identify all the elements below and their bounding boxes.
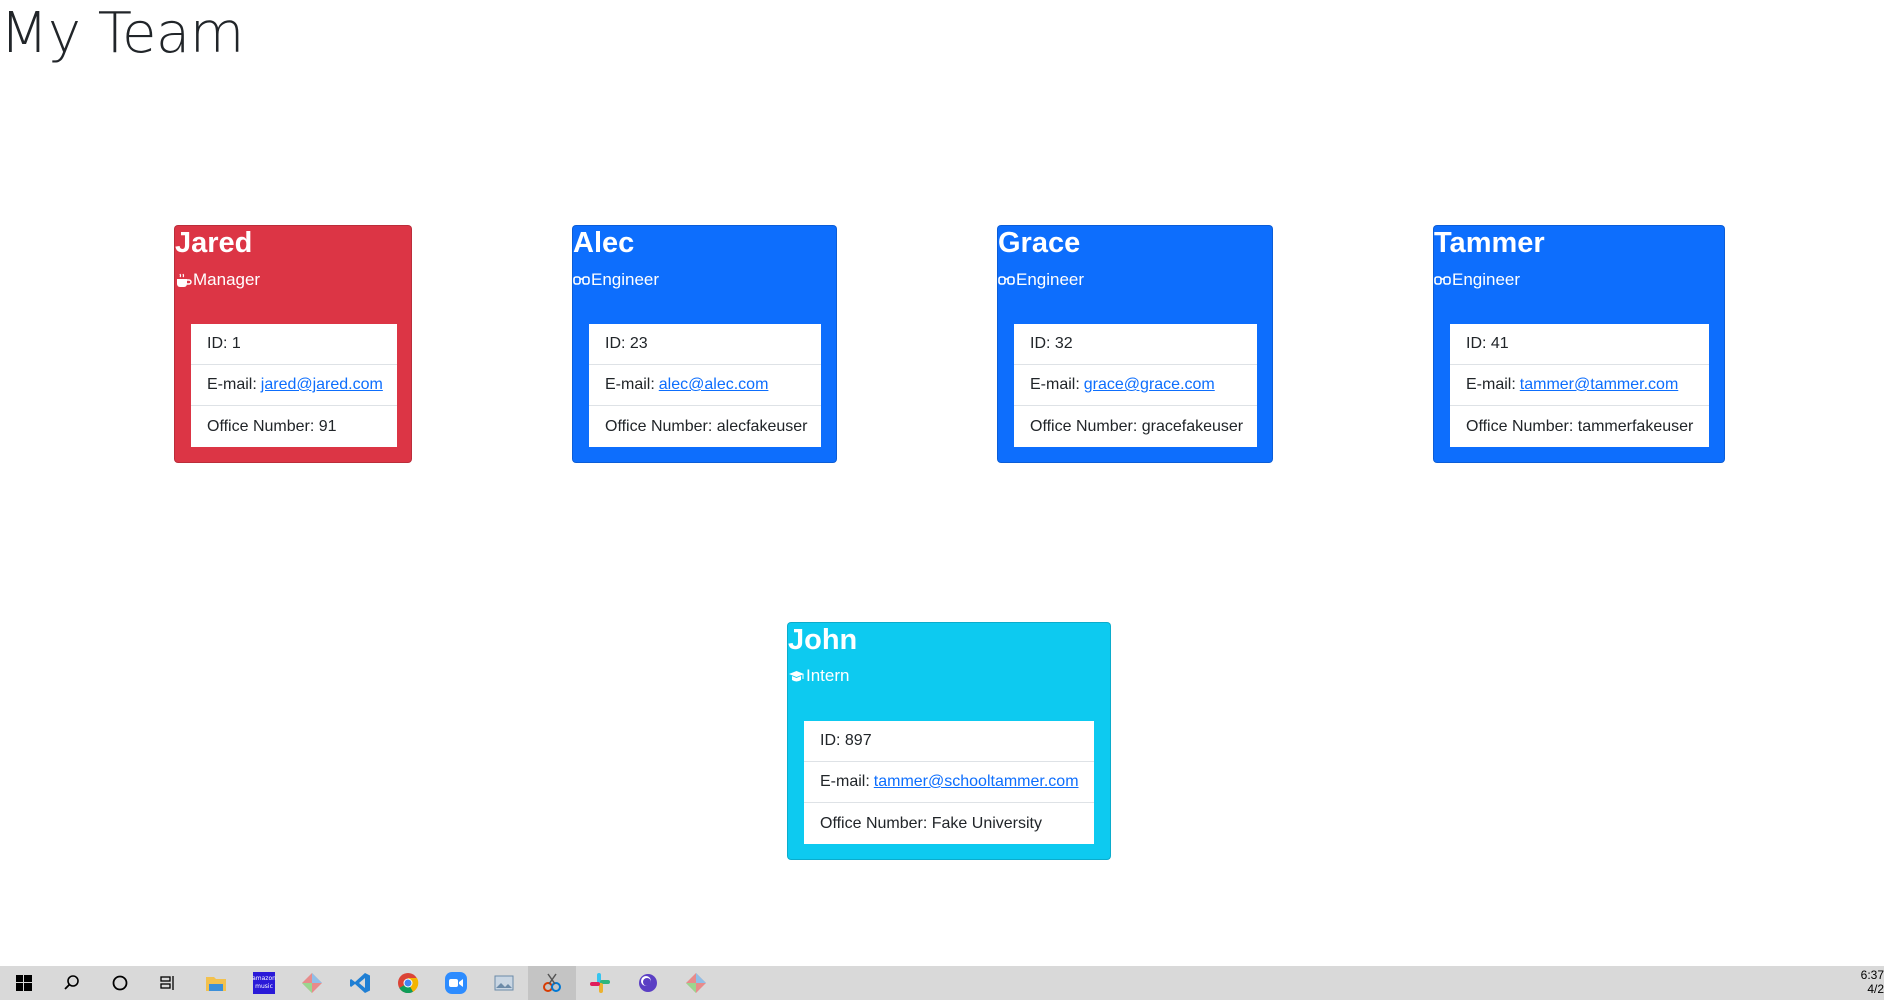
- email-prefix: E-mail:: [1030, 376, 1080, 393]
- role-label: Manager: [193, 270, 261, 289]
- app-icon[interactable]: [288, 966, 336, 1000]
- employee-id: ID: 32: [1014, 324, 1257, 365]
- employee-email-row: E-mail: tammer@schooltammer.com: [804, 762, 1094, 803]
- file-explorer-icon[interactable]: [192, 966, 240, 1000]
- employee-office: Office Number: gracefakeuser: [1030, 417, 1244, 435]
- role-label: Engineer: [1452, 270, 1521, 289]
- employee-name: Tammer: [1434, 227, 1545, 259]
- chrome-icon[interactable]: [384, 966, 432, 1000]
- search-icon[interactable]: [48, 966, 96, 1000]
- graduation-cap-icon: [789, 670, 804, 681]
- email-prefix: E-mail:: [605, 376, 655, 393]
- employee-card-alec: Alec Engineer ID: 23 E-mail: alec@alec.co…: [572, 225, 837, 463]
- employee-id: ID: 897: [804, 721, 1094, 762]
- page-title: My Team: [0, 1, 244, 66]
- amazon-music-label: amazon music: [252, 972, 276, 994]
- employee-id: ID: 1: [191, 324, 397, 365]
- glasses-icon: [1434, 275, 1451, 285]
- employee-email-row: E-mail: alec@alec.com: [589, 365, 821, 406]
- email-prefix: E-mail:: [820, 773, 870, 790]
- task-view-icon[interactable]: [144, 966, 192, 1000]
- employee-role: Manager: [175, 270, 260, 290]
- email-link[interactable]: tammer@schooltammer.com: [874, 773, 1079, 791]
- employee-card-jared: Jared Manager ID: 1 E-mail: jared@jared.c…: [174, 225, 412, 463]
- employee-details-list: ID: 897 E-mail: tammer@schooltammer.com O…: [804, 721, 1094, 844]
- employee-details-list: ID: 41 E-mail: tammer@tammer.com Office N…: [1450, 324, 1709, 447]
- zoom-icon[interactable]: [432, 966, 480, 1000]
- employee-card-john: John Intern ID: 897 E-mail: tammer@school…: [787, 622, 1111, 860]
- coffee-icon: [177, 273, 192, 287]
- employee-role: Engineer: [998, 270, 1084, 290]
- clock-date: 4/2: [1867, 982, 1884, 996]
- employee-name: Jared: [175, 227, 253, 259]
- employee-office: Office Number: tammerfakeuser: [1466, 417, 1694, 435]
- employee-card-grace: Grace Engineer ID: 32 E-mail: grace@grace…: [997, 225, 1273, 463]
- email-link[interactable]: alec@alec.com: [659, 376, 769, 394]
- snipping-tool-icon[interactable]: [528, 966, 576, 1000]
- role-label: Engineer: [591, 270, 660, 289]
- photos-icon[interactable]: [480, 966, 528, 1000]
- email-link[interactable]: grace@grace.com: [1084, 376, 1215, 394]
- employee-email-row: E-mail: grace@grace.com: [1014, 365, 1257, 406]
- employee-name: Grace: [998, 227, 1081, 259]
- employee-role: Engineer: [573, 270, 659, 290]
- role-label: Engineer: [1016, 270, 1085, 289]
- employee-name: John: [788, 624, 858, 656]
- clock-time: 6:37: [1860, 968, 1884, 982]
- employee-office: Office Number: 91: [207, 417, 337, 435]
- windows-taskbar: amazon music 6:37 4/2: [0, 966, 1884, 1000]
- email-prefix: E-mail:: [207, 376, 257, 393]
- employee-id: ID: 41: [1450, 324, 1709, 365]
- vscode-icon[interactable]: [336, 966, 384, 1000]
- glasses-icon: [998, 275, 1015, 285]
- windows-start-icon[interactable]: [0, 966, 48, 1000]
- employee-office: Office Number: alecfakeuser: [605, 417, 808, 435]
- employee-email-row: E-mail: jared@jared.com: [191, 365, 397, 406]
- employee-office: Office Number: Fake University: [820, 814, 1042, 832]
- employee-role: Engineer: [1434, 270, 1520, 290]
- employee-card-tammer: Tammer Engineer ID: 41 E-mail: tammer@tam…: [1433, 225, 1725, 463]
- amazon-music-icon[interactable]: amazon music: [240, 966, 288, 1000]
- email-link[interactable]: jared@jared.com: [261, 376, 383, 394]
- email-link[interactable]: tammer@tammer.com: [1520, 376, 1678, 394]
- employee-id: ID: 23: [589, 324, 821, 365]
- app-icon[interactable]: [672, 966, 720, 1000]
- employee-email-row: E-mail: tammer@tammer.com: [1450, 365, 1709, 406]
- employee-details-list: ID: 23 E-mail: alec@alec.com Office Numbe…: [589, 324, 821, 447]
- slack-icon[interactable]: [576, 966, 624, 1000]
- app-icon[interactable]: [624, 966, 672, 1000]
- glasses-icon: [573, 275, 590, 285]
- employee-role: Intern: [788, 666, 849, 686]
- cortana-icon[interactable]: [96, 966, 144, 1000]
- employee-name: Alec: [573, 227, 635, 259]
- employee-details-list: ID: 1 E-mail: jared@jared.com Office Numb…: [191, 324, 397, 447]
- role-label: Intern: [806, 666, 850, 685]
- employee-details-list: ID: 32 E-mail: grace@grace.com Office Num…: [1014, 324, 1257, 447]
- system-clock[interactable]: 6:37 4/2: [1861, 968, 1884, 996]
- email-prefix: E-mail:: [1466, 376, 1516, 393]
